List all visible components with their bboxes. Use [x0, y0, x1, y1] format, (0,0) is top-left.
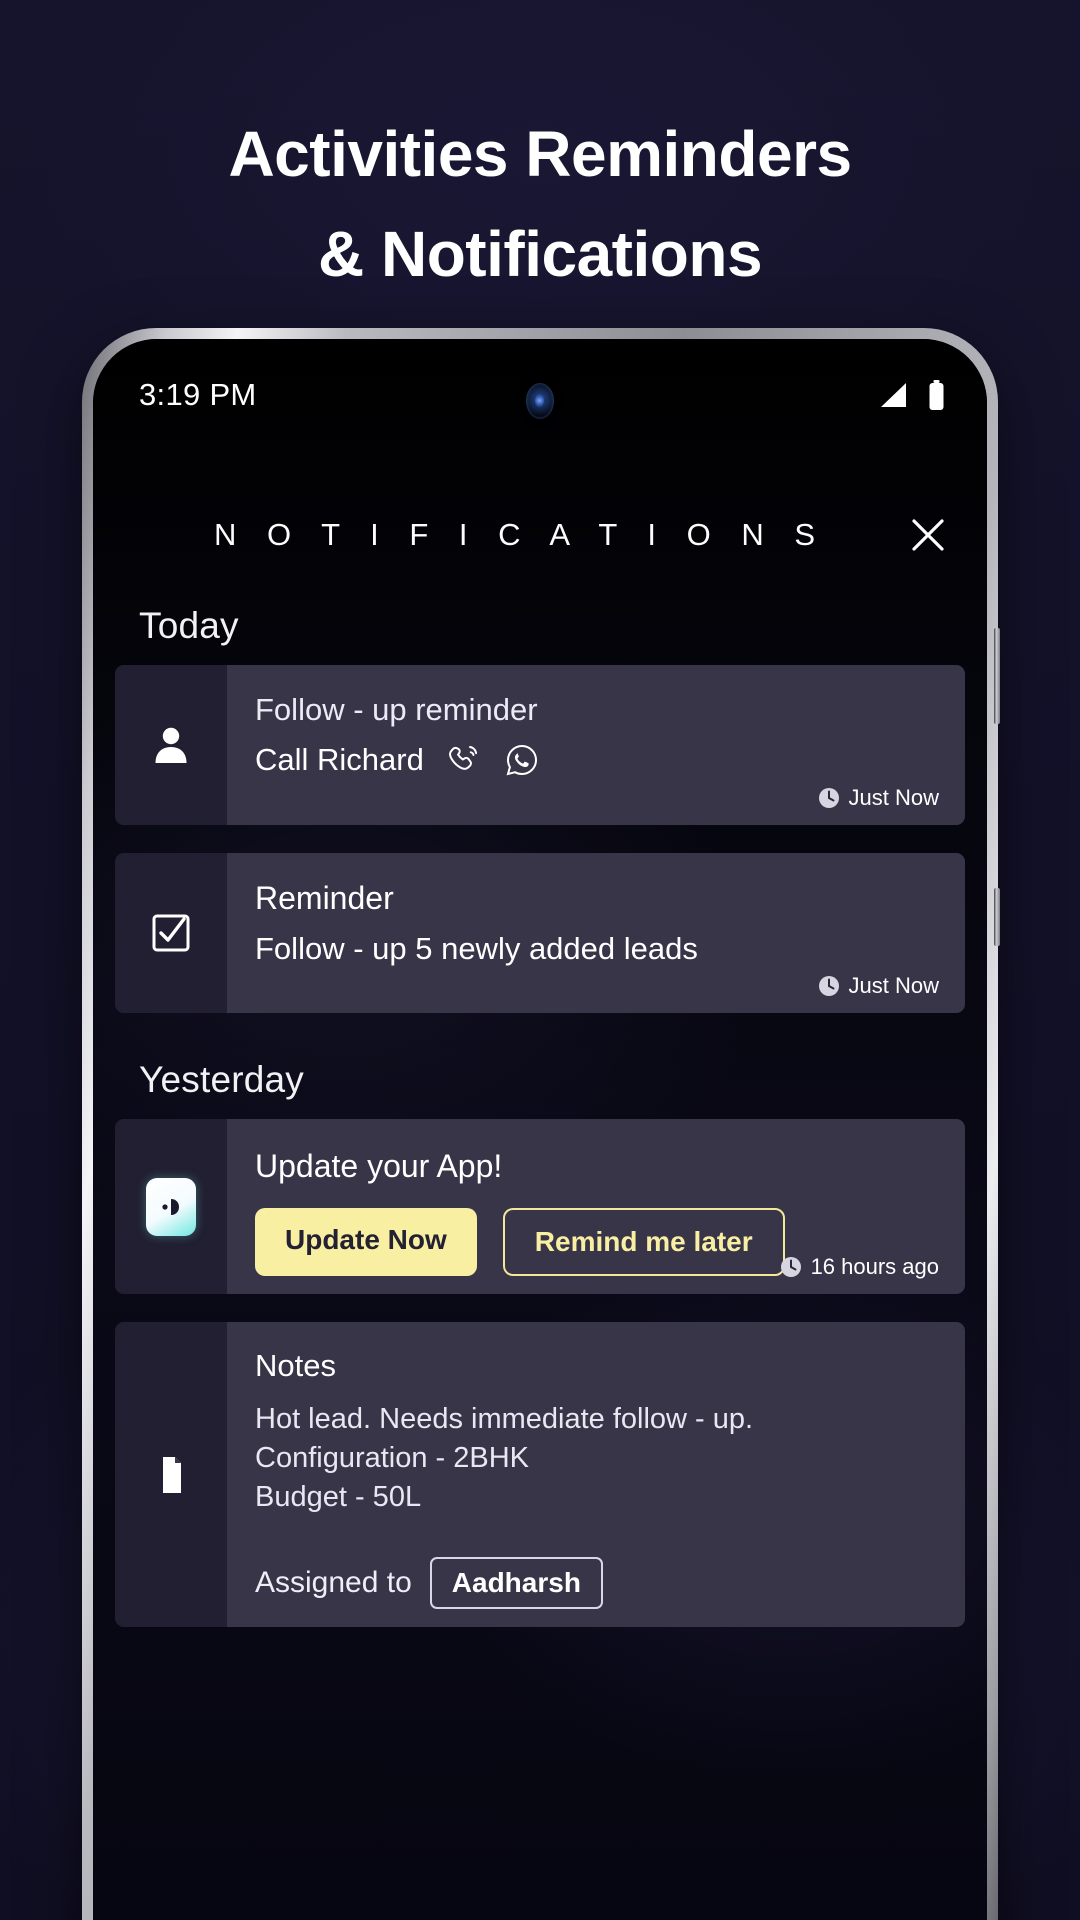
notes-line: Configuration - 2BHK — [255, 1442, 530, 1475]
page-title: Activities Reminders & Notifications — [0, 104, 1080, 304]
card-body: Update your App! Update Now Remind me la… — [227, 1119, 965, 1295]
notification-card-followup[interactable]: Follow - up reminder Call Richard Just N… — [115, 665, 965, 825]
whatsapp-icon[interactable] — [504, 742, 540, 778]
phone-bezel: 3:19 PM N O T I F I C A T I O N S Today … — [93, 339, 987, 1920]
notes-line: Budget - 50L — [255, 1481, 422, 1514]
card-subtitle: Follow - up 5 newly added leads — [255, 931, 698, 967]
card-subtitle: Call Richard — [255, 741, 424, 777]
card-timestamp-text: 16 hours ago — [810, 1254, 939, 1280]
card-title: Update your App! — [255, 1148, 503, 1184]
update-now-button[interactable]: Update Now — [255, 1208, 477, 1277]
status-bar-icons — [878, 380, 945, 410]
app-logo-glyph — [162, 1198, 179, 1215]
card-icon-panel — [115, 665, 227, 825]
phone-call-icon[interactable] — [446, 742, 482, 778]
close-button[interactable] — [895, 502, 961, 568]
card-body: Notes Hot lead. Needs immediate follow -… — [227, 1322, 965, 1628]
notes-line: Hot lead. Needs immediate follow - up. — [255, 1403, 754, 1436]
card-timestamp: Just Now — [818, 973, 939, 999]
card-subtitle-row: Follow - up 5 newly added leads — [255, 930, 937, 969]
card-icon-panel — [115, 1119, 227, 1295]
assigned-chip[interactable]: Aadharsh — [429, 1557, 603, 1610]
note-document-icon — [163, 1456, 181, 1493]
notifications-list[interactable]: Today Follow - up reminder Call Richard … — [93, 581, 987, 1920]
card-timestamp: 16 hours ago — [780, 1254, 939, 1280]
remind-me-later-button[interactable]: Remind me later — [502, 1208, 785, 1277]
card-subtitle-row: Call Richard — [255, 741, 937, 780]
notification-card-update[interactable]: Update your App! Update Now Remind me la… — [115, 1119, 965, 1295]
card-icon-panel — [115, 1322, 227, 1628]
section-label-yesterday: Yesterday — [139, 1059, 304, 1100]
app-logo-icon — [146, 1177, 196, 1236]
power-button[interactable] — [994, 888, 1000, 946]
signal-bars-icon — [881, 383, 906, 407]
clock-icon — [818, 976, 839, 996]
card-body: Follow - up reminder Call Richard Just N… — [227, 665, 965, 825]
notifications-title: N O T I F I C A T I O N S — [213, 517, 827, 552]
promo-screenshot: Activities Reminders & Notifications 3:1… — [0, 0, 1080, 1920]
battery-icon — [929, 380, 944, 410]
card-title: Follow - up reminder — [255, 692, 538, 727]
headline-line-1: Activities Reminders — [228, 118, 852, 190]
clock-icon — [780, 1257, 801, 1278]
notifications-header: N O T I F I C A T I O N S — [93, 502, 987, 568]
person-icon — [155, 727, 187, 763]
notification-card-reminder[interactable]: Reminder Follow - up 5 newly added leads… — [115, 853, 965, 1013]
checkbox-checked-icon — [152, 914, 190, 952]
section-label-today: Today — [139, 605, 239, 646]
card-timestamp-text: Just Now — [848, 785, 939, 810]
notification-card-notes[interactable]: Notes Hot lead. Needs immediate follow -… — [115, 1322, 965, 1628]
status-bar-clock: 3:19 PM — [139, 377, 257, 412]
volume-button[interactable] — [994, 628, 1000, 724]
status-bar: 3:19 PM — [93, 367, 987, 423]
assigned-label: Assigned to — [255, 1566, 412, 1600]
card-icon-panel — [115, 853, 227, 1013]
phone-mockup: 3:19 PM N O T I F I C A T I O N S Today … — [82, 328, 1000, 1920]
close-icon — [912, 519, 944, 551]
phone-screen: 3:19 PM N O T I F I C A T I O N S Today … — [93, 339, 987, 1920]
card-title: Notes — [255, 1348, 336, 1384]
card-timestamp: Just Now — [818, 785, 939, 811]
card-timestamp-text: Just Now — [848, 973, 939, 998]
clock-icon — [818, 788, 839, 808]
card-body: Reminder Follow - up 5 newly added leads… — [227, 853, 965, 1013]
card-title: Reminder — [255, 880, 394, 916]
headline-line-2: & Notifications — [317, 218, 763, 290]
assigned-row: Assigned to Aadharsh — [255, 1557, 937, 1610]
